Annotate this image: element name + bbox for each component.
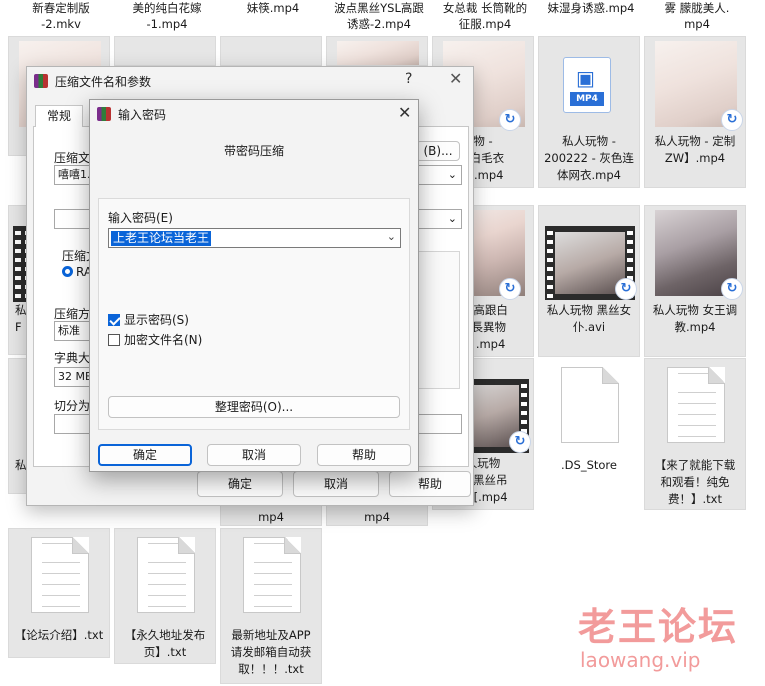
- dialog-header: 带密码压缩: [90, 128, 418, 198]
- dialog-title: 压缩文件名和参数: [55, 75, 152, 89]
- show-password-checkbox[interactable]: 显示密码(S): [108, 311, 189, 328]
- password-group: 输入密码(E) 上老王论坛当老王 ⌄ 显示密码(S) 加密文件名(N) 整理密码…: [98, 198, 410, 430]
- compression-method-label: 压缩方: [54, 307, 91, 321]
- text-file-icon: [137, 537, 195, 613]
- winrar-app-icon: [34, 74, 48, 88]
- ok-button[interactable]: 确定: [197, 471, 283, 497]
- video-camera-icon: ▣: [576, 66, 595, 90]
- sync-badge-icon: ↻: [721, 109, 743, 131]
- file-tile[interactable]: [326, 36, 428, 66]
- checkbox-unchecked-icon: [108, 334, 120, 346]
- split-volumes-input[interactable]: [54, 414, 94, 434]
- cancel-button[interactable]: 取消: [293, 471, 379, 497]
- watermark-url: laowang.vip: [580, 648, 701, 672]
- update-mode-select[interactable]: ⌄: [416, 165, 462, 185]
- help-icon[interactable]: ?: [405, 71, 412, 87]
- text-file-icon: [243, 537, 301, 613]
- sync-badge-icon: ↻: [509, 431, 531, 453]
- blank-file-icon: [561, 367, 619, 443]
- enter-password-dialog: 输入密码 ✕ 带密码压缩 输入密码(E) 上老王论坛当老王 ⌄ 显示密码(S) …: [89, 99, 419, 472]
- text-file-icon: [31, 537, 89, 613]
- browse-button[interactable]: (B)...: [416, 141, 460, 161]
- file-caption-top-2[interactable]: 美的纯白花嫁 -1.mp4: [114, 0, 220, 32]
- dialog-titlebar: 输入密码 ✕: [90, 100, 418, 128]
- video-thumbnail: [337, 41, 419, 65]
- password-label: 输入密码(E): [108, 211, 173, 225]
- file-tile[interactable]: ↻ 私人玩物 女王调 教.mp4: [644, 205, 746, 357]
- sync-badge-icon: ↻: [615, 278, 637, 300]
- file-tile[interactable]: ↻ 私人玩物 黑丝女 仆.avi: [538, 205, 640, 357]
- file-tile[interactable]: [114, 36, 216, 66]
- winrar-app-icon: [97, 107, 111, 121]
- file-caption-top-4[interactable]: 波点黑丝YSL高跟 诱惑-2.mp4: [326, 0, 432, 32]
- file-caption-top-3[interactable]: 妹筷.mp4: [220, 0, 326, 16]
- cancel-button[interactable]: 取消: [207, 444, 301, 466]
- archive-options-select[interactable]: ⌄: [416, 209, 462, 229]
- file-tile[interactable]: 【论坛介绍】.txt: [8, 528, 110, 658]
- organize-passwords-button[interactable]: 整理密码(O)...: [108, 396, 400, 418]
- file-caption-top-7[interactable]: 雾 朦胧美人. mp4: [644, 0, 750, 32]
- profiles-button[interactable]: [54, 209, 94, 229]
- file-tile[interactable]: ↻ 私人玩物 - 定制 ZW】.mp4: [644, 36, 746, 188]
- chevron-down-icon: ⌄: [447, 212, 457, 225]
- file-caption-top-6[interactable]: 妹湿身诱惑.mp4: [538, 0, 644, 16]
- password-input[interactable]: 上老王论坛当老王 ⌄: [108, 228, 401, 248]
- watermark-text: 老王论坛: [578, 605, 739, 649]
- password-value: 上老王论坛当老王: [111, 231, 212, 246]
- tab-general[interactable]: 常规: [35, 105, 83, 127]
- close-icon[interactable]: ✕: [449, 69, 462, 88]
- dictionary-size-label: 字典大: [54, 351, 91, 365]
- file-tile[interactable]: [220, 36, 322, 66]
- file-tile[interactable]: ▣ MP4 私人玩物 -200222 - 灰色连 体网衣.mp4: [538, 36, 640, 188]
- chevron-down-icon[interactable]: ⌄: [387, 230, 396, 243]
- sync-badge-icon: ↻: [499, 109, 521, 131]
- file-caption-top-5[interactable]: 女总裁 长筒靴的 征服.mp4: [432, 0, 538, 32]
- file-tile[interactable]: .DS_Store: [538, 358, 640, 510]
- split-unit-select[interactable]: [416, 414, 462, 434]
- file-tile[interactable]: 【永久地址发布 页】.txt: [114, 528, 216, 664]
- format-rar-radio[interactable]: RA: [62, 265, 92, 279]
- dialog-heading: 带密码压缩: [223, 144, 284, 158]
- file-tile[interactable]: 【来了就能下载 和观看！纯免 费！】.txt: [644, 358, 746, 510]
- sync-badge-icon: ↻: [721, 278, 743, 300]
- checkbox-checked-icon: [108, 314, 120, 326]
- close-icon[interactable]: ✕: [398, 103, 411, 122]
- split-volumes-label: 切分为: [54, 399, 91, 413]
- archive-name-input[interactable]: 嘻嘻1.: [54, 165, 94, 185]
- ok-button[interactable]: 确定: [98, 444, 192, 466]
- dialog-titlebar: 压缩文件名和参数 ? ✕: [27, 67, 473, 95]
- dictionary-size-select[interactable]: 32 MB: [54, 367, 94, 387]
- compression-method-select[interactable]: 标准: [54, 321, 94, 341]
- dialog-title: 输入密码: [118, 108, 167, 122]
- help-button[interactable]: 帮助: [389, 471, 471, 497]
- mp4-file-icon: ▣ MP4: [563, 57, 611, 113]
- file-caption-top-1[interactable]: 新春定制版 -2.mkv: [8, 0, 114, 32]
- radio-selected-icon: [62, 266, 73, 277]
- file-tile[interactable]: 最新地址及APP 请发邮箱自动获 取！！！.txt: [220, 528, 322, 684]
- help-button[interactable]: 帮助: [317, 444, 411, 466]
- chevron-down-icon: ⌄: [447, 168, 457, 181]
- sync-badge-icon: ↻: [499, 278, 521, 300]
- archive-name-label: 压缩文: [54, 151, 91, 165]
- text-file-icon: [667, 367, 725, 443]
- encrypt-filenames-checkbox[interactable]: 加密文件名(N): [108, 331, 202, 348]
